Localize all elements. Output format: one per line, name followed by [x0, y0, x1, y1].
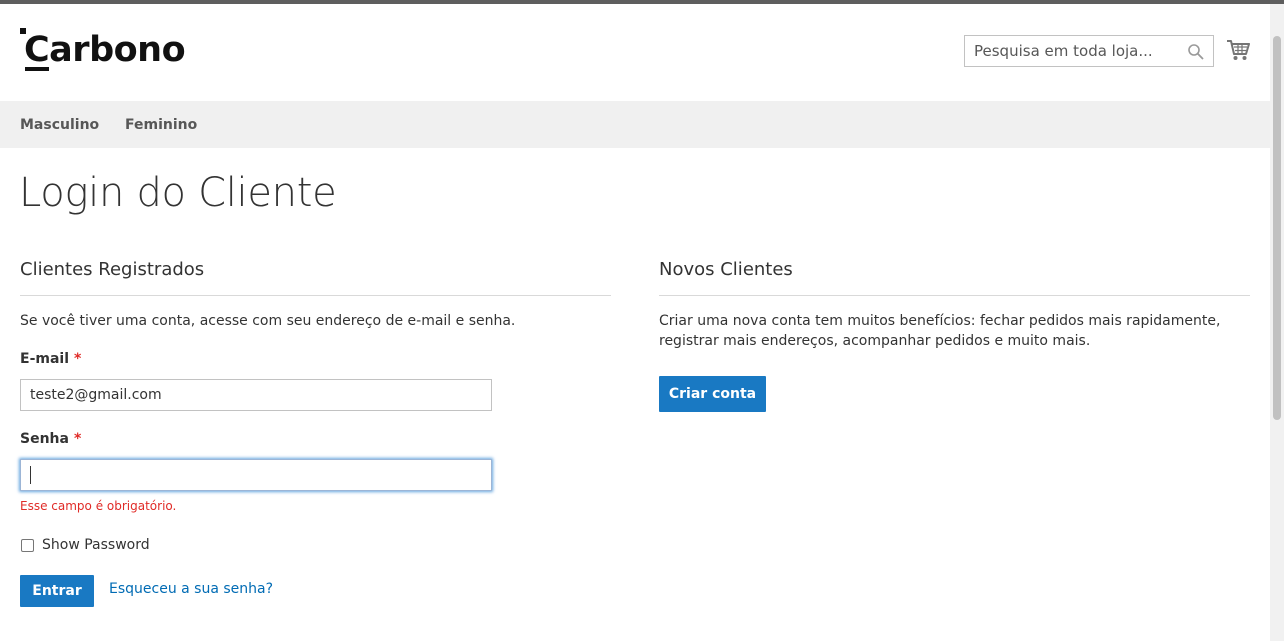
- new-customers-divider: [659, 295, 1250, 296]
- logo-text: Carbono: [24, 30, 186, 70]
- registered-customers-title: Clientes Registrados: [20, 259, 205, 280]
- registered-intro: Se você tiver uma conta, acesse com seu …: [20, 313, 516, 329]
- show-password-checkbox[interactable]: [21, 539, 34, 552]
- show-password-label[interactable]: Show Password: [42, 535, 150, 555]
- password-label-text: Senha: [20, 431, 69, 447]
- email-field[interactable]: [20, 379, 492, 411]
- password-error-message: Esse campo é obrigatório.: [20, 499, 177, 513]
- required-mark: *: [73, 431, 82, 447]
- required-mark: *: [74, 351, 82, 367]
- new-customers-text: Criar uma nova conta tem muitos benefíci…: [659, 313, 1221, 349]
- logo-underline: [25, 67, 49, 71]
- scrollbar-thumb[interactable]: [1273, 36, 1281, 420]
- cart-icon[interactable]: [1226, 38, 1250, 62]
- login-button[interactable]: Entrar: [20, 575, 94, 607]
- page-title: Login do Cliente: [19, 170, 337, 216]
- window-top-border: [0, 0, 1284, 4]
- search-input[interactable]: [965, 36, 1179, 66]
- store-logo[interactable]: Carbono: [20, 28, 192, 74]
- text-cursor: [30, 466, 31, 484]
- email-label-text: E-mail: [20, 351, 70, 367]
- new-customers-title: Novos Clientes: [659, 259, 793, 280]
- search-icon[interactable]: [1187, 43, 1205, 61]
- search-box[interactable]: [964, 35, 1214, 67]
- nav-item-masculino[interactable]: Masculino: [20, 117, 99, 133]
- email-label: E-mail *: [20, 351, 81, 367]
- password-label: Senha *: [20, 431, 81, 447]
- page-scrollbar[interactable]: [1270, 4, 1284, 641]
- forgot-password-link[interactable]: Esqueceu a sua senha?: [109, 581, 273, 597]
- main-navigation: Masculino Feminino: [0, 101, 1270, 148]
- create-account-button[interactable]: Criar conta: [659, 376, 766, 412]
- password-field[interactable]: [20, 459, 492, 491]
- registered-divider: [20, 295, 611, 296]
- nav-item-feminino[interactable]: Feminino: [125, 117, 197, 133]
